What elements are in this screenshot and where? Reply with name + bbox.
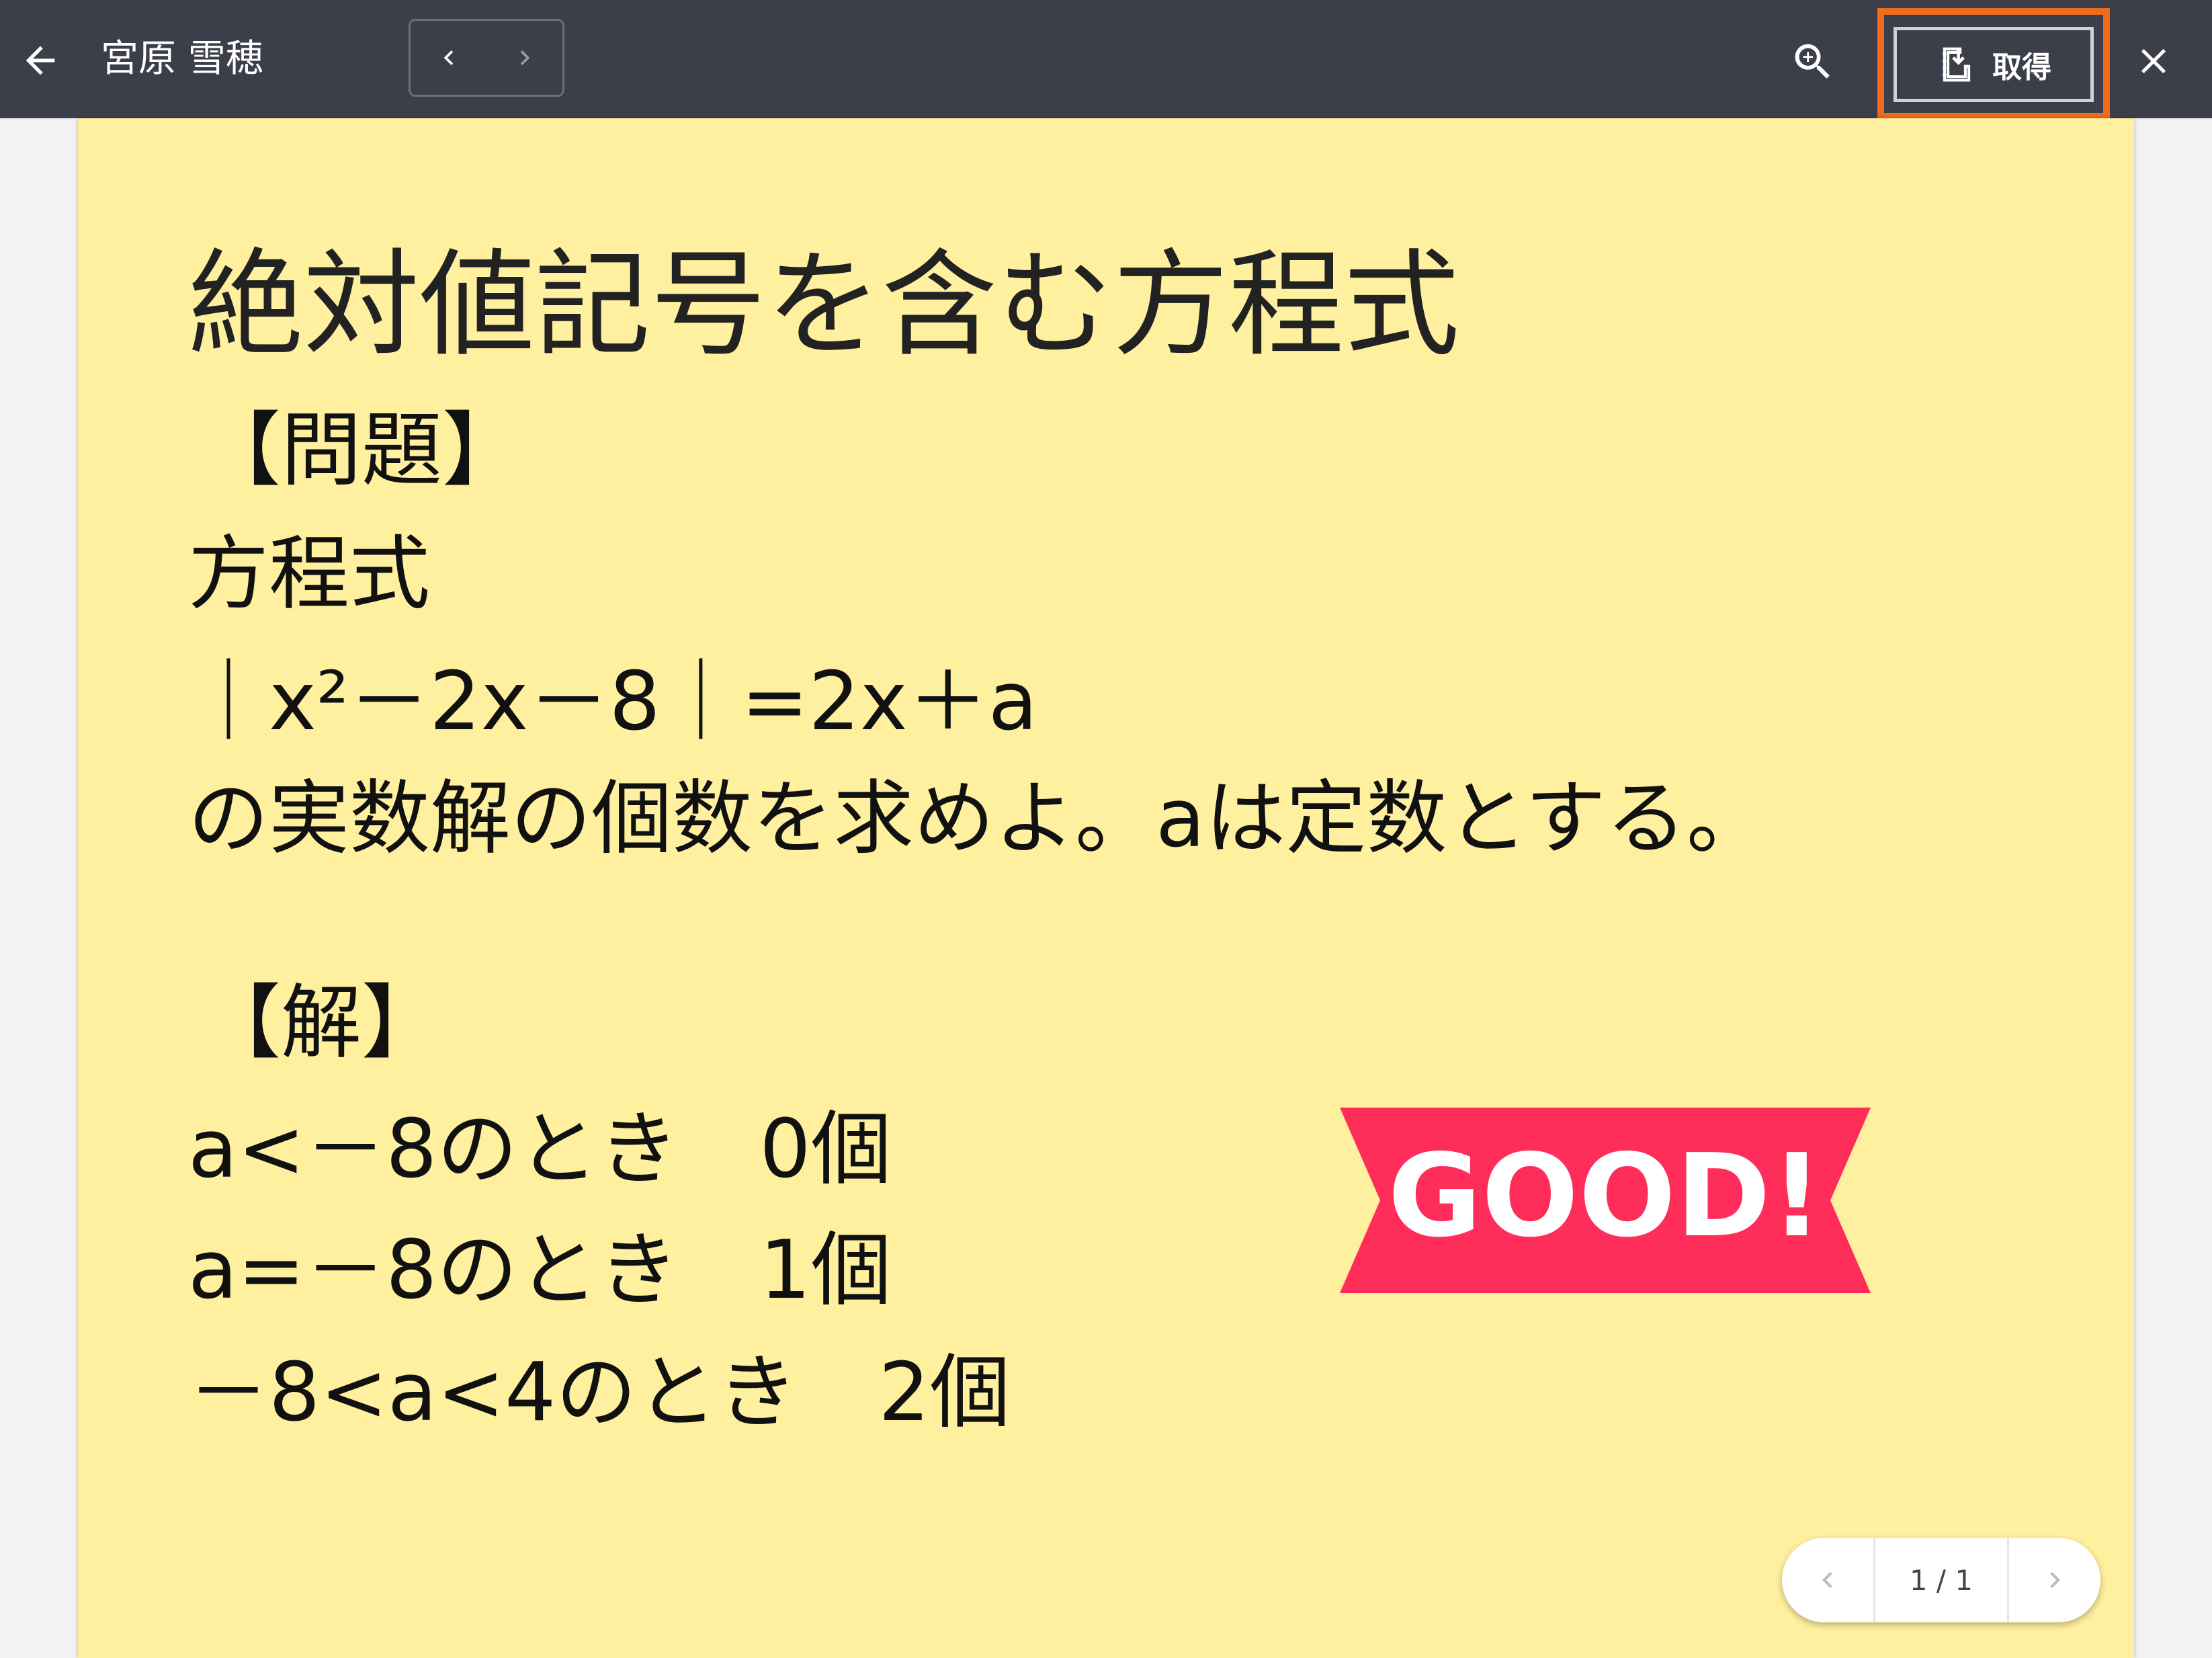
download-note-icon xyxy=(1943,47,1971,82)
good-stamp-text: GOOD! xyxy=(1388,1130,1822,1263)
page-pager: 1 / 1 xyxy=(1782,1538,2100,1622)
back-button[interactable] xyxy=(12,32,69,89)
solution-line-2: a=－8のとき 1個 xyxy=(188,1224,892,1317)
close-icon xyxy=(2141,48,2166,74)
zoom-button[interactable] xyxy=(1785,34,1841,90)
note-navigation xyxy=(409,19,564,97)
note-card: 絶対値記号を含む方程式 【問題】 方程式 ｜x²－2x－8｜=2x＋a の実数解… xyxy=(78,118,2134,1658)
solution-line-1: a<－8のとき 0個 xyxy=(188,1103,892,1196)
top-toolbar: 宮原 雪穂 取得 xyxy=(0,0,2212,120)
chevron-right-icon xyxy=(520,50,529,65)
problem-heading: 【問題】 xyxy=(200,404,523,497)
acquire-button-label: 取得 xyxy=(1992,50,2051,85)
equation: ｜x²－2x－8｜=2x＋a xyxy=(188,655,1038,749)
next-note-button[interactable] xyxy=(486,21,562,95)
solution-line-3: －8<a<4のとき 2個 xyxy=(188,1346,1011,1440)
previous-note-button[interactable] xyxy=(411,21,486,95)
note-title: 絶対値記号を含む方程式 xyxy=(188,237,1459,372)
acquire-button[interactable]: 取得 xyxy=(1894,27,2094,102)
zoom-in-icon xyxy=(1795,44,1830,79)
pager-previous-button[interactable] xyxy=(1782,1538,1873,1622)
user-name: 宮原 雪穂 xyxy=(101,37,263,81)
solution-heading: 【解】 xyxy=(200,977,442,1070)
page-indicator: 1 / 1 xyxy=(1873,1538,2009,1622)
chevron-right-icon xyxy=(2050,1572,2060,1588)
chevron-left-icon xyxy=(1822,1572,1832,1588)
problem-text-2: の実数解の個数を求めよ。aは定数とする。 xyxy=(188,772,1767,866)
close-button[interactable] xyxy=(2123,31,2184,91)
arrow-left-icon xyxy=(26,46,55,75)
good-stamp: GOOD! xyxy=(1340,1108,1871,1293)
problem-text-1: 方程式 xyxy=(188,528,430,621)
chevron-left-icon xyxy=(443,50,453,65)
pager-next-button[interactable] xyxy=(2009,1538,2100,1622)
